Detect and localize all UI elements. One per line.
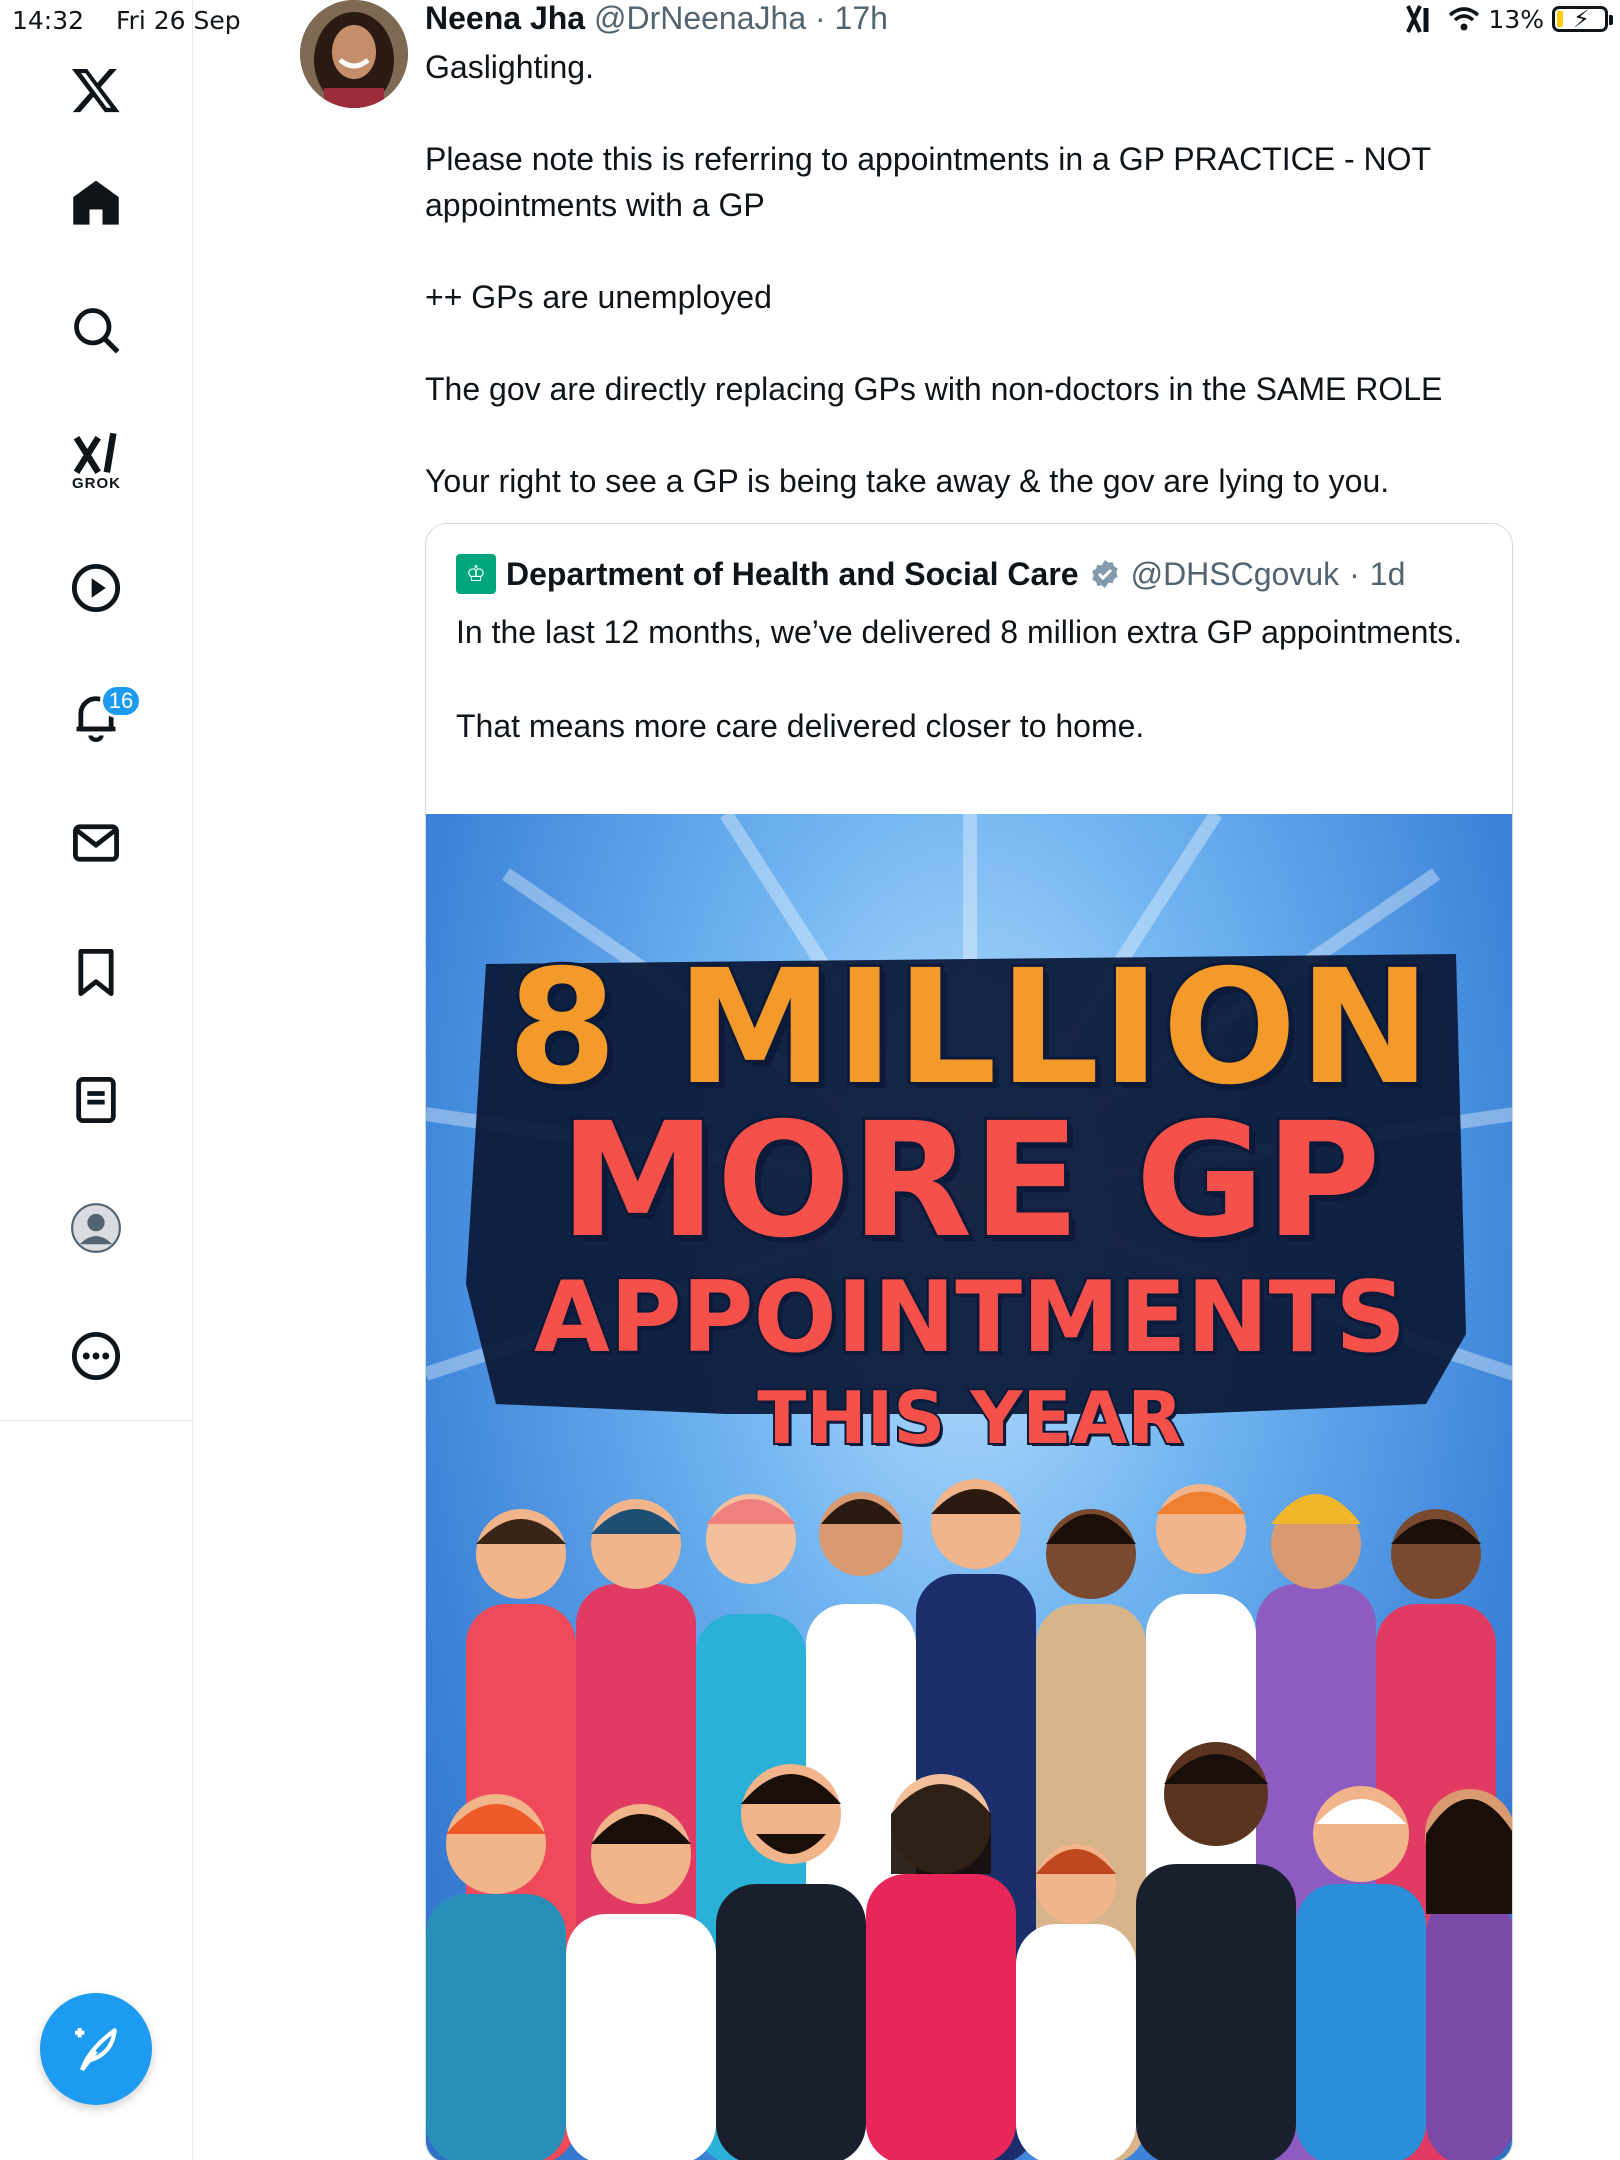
quote-author-name: Department of Health and Social Care — [506, 555, 1079, 592]
author-name[interactable]: Neena Jha — [425, 0, 585, 36]
quote-text: In the last 12 months, we’ve delivered 8… — [456, 609, 1476, 797]
messages-icon[interactable] — [56, 803, 136, 883]
poster-line-2: MORE GP — [556, 1089, 1384, 1273]
tweet-paragraph: Your right to see a GP is being take awa… — [425, 463, 1390, 499]
poster-line-1: 8 MILLION — [504, 936, 1434, 1120]
author-avatar[interactable] — [300, 0, 408, 108]
battery-icon: ⚡ — [1552, 5, 1613, 33]
grok-label: GROK — [72, 475, 121, 492]
separator-dot: · — [1349, 555, 1360, 592]
poster-line-3: APPOINTMENTS — [531, 1261, 1408, 1375]
home-icon[interactable] — [56, 163, 136, 243]
tweet-header: Neena Jha @DrNeenaJha · 17h — [425, 0, 888, 37]
tweet-paragraph: Please note this is referring to appoint… — [425, 141, 1431, 223]
compose-feather-icon — [75, 2028, 117, 2072]
tweet-text: Gaslighting. Please note this is referri… — [425, 44, 1535, 504]
x-status-icon — [1406, 5, 1429, 33]
battery-percent: 13% — [1488, 4, 1544, 34]
crown-logo-icon: ♔ — [456, 554, 496, 594]
tweet-time[interactable]: 17h — [835, 0, 888, 36]
quoted-tweet[interactable]: ♔ Department of Health and Social Care @… — [425, 523, 1513, 2160]
bookmarks-icon[interactable] — [56, 932, 136, 1012]
quote-author-handle: @DHSCgovuk — [1130, 555, 1340, 592]
wifi-icon — [1449, 7, 1480, 31]
articles-icon[interactable] — [56, 1060, 136, 1140]
notification-badge: 16 — [100, 684, 142, 718]
separator-dot: · — [815, 0, 835, 36]
quote-paragraph: In the last 12 months, we’ve delivered 8… — [456, 614, 1463, 650]
poster-line-4: THIS YEAR — [755, 1376, 1185, 1460]
sidebar-divider — [0, 1420, 193, 1421]
status-bar-right: 13% ⚡ — [1406, 4, 1613, 34]
quote-paragraph: That means more care delivered closer to… — [456, 708, 1145, 744]
video-icon[interactable] — [56, 548, 136, 628]
tweet-paragraph: The gov are directly replacing GPs with … — [425, 371, 1443, 407]
author-handle[interactable]: @DrNeenaJha — [594, 0, 806, 36]
sidebar: GROK 16 — [0, 0, 193, 2160]
verified-badge-icon — [1091, 560, 1118, 588]
quote-time: 1d — [1369, 555, 1406, 592]
tweet-paragraph: Gaslighting. — [425, 49, 594, 85]
quote-media-image[interactable]: 8 MILLION MORE GP APPOINTMENTS THIS YEAR — [426, 814, 1512, 2160]
search-icon[interactable] — [56, 290, 136, 370]
profile-icon[interactable] — [56, 1188, 136, 1268]
compose-button[interactable] — [40, 1993, 152, 2105]
more-icon[interactable] — [56, 1316, 136, 1396]
quote-header: ♔ Department of Health and Social Care @… — [456, 554, 1405, 594]
tweet-paragraph: ++ GPs are unemployed — [425, 279, 772, 315]
x-logo-icon[interactable] — [56, 50, 136, 130]
crowd-illustration — [426, 1479, 1512, 2160]
